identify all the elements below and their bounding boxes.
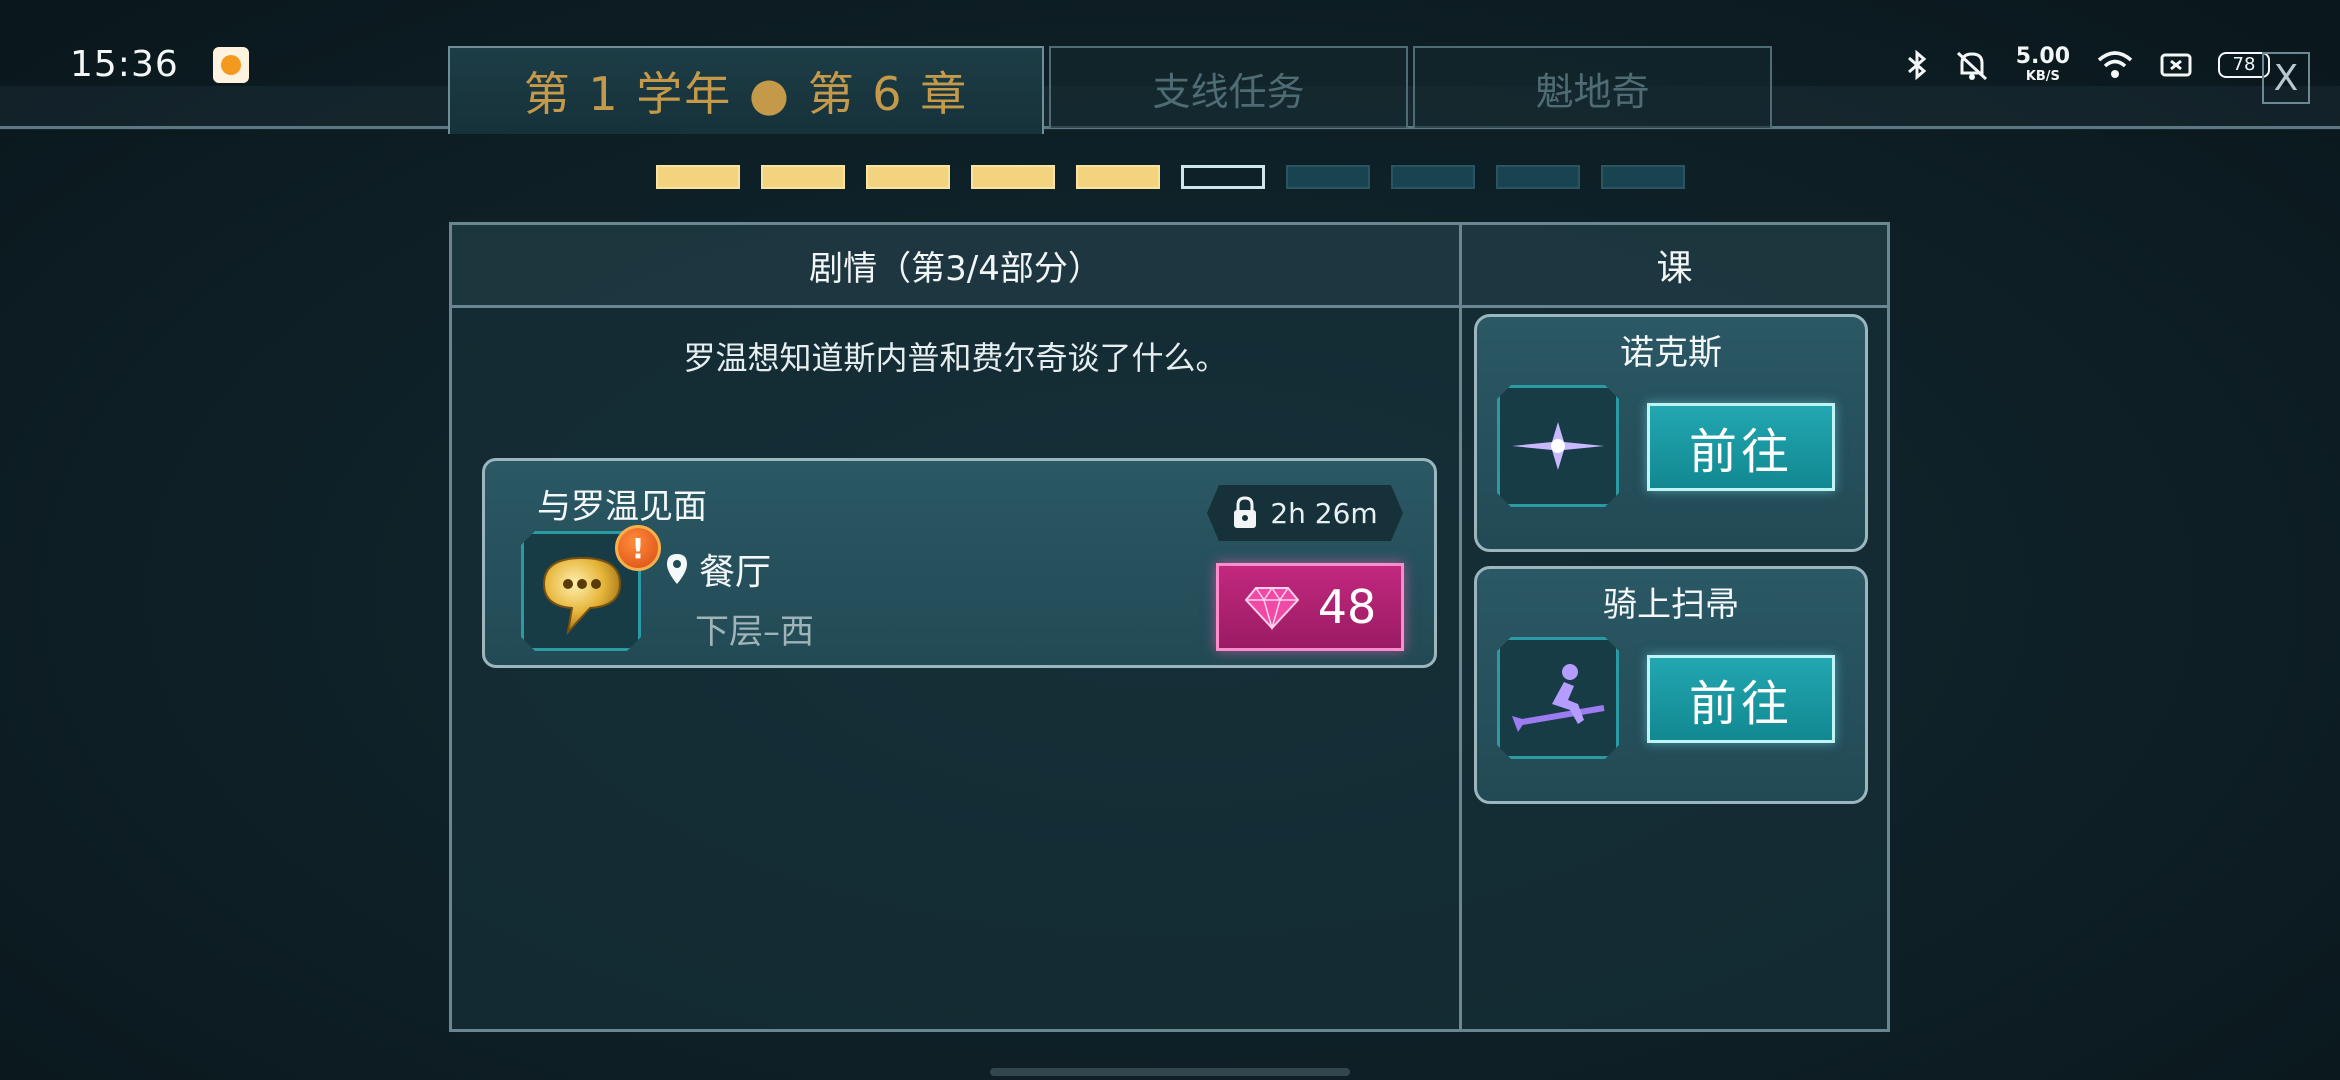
bluetooth-icon	[1907, 49, 1927, 80]
quest-title: 与罗温见面	[537, 487, 707, 527]
speech-bubble-icon	[534, 544, 630, 640]
header-divider	[452, 305, 1887, 308]
progress-segment	[1601, 165, 1685, 189]
tab-quidditch-label: 魁地奇	[1535, 69, 1650, 114]
story-description: 罗温想知道斯内普和费尔奇谈了什么。	[683, 339, 1228, 377]
story-section-title: 剧情（第3/4部分）	[809, 248, 1102, 289]
quest-panel: 剧情（第3/4部分） 课 罗温想知道斯内普和费尔奇谈了什么。 与罗温见面 ! 餐…	[449, 222, 1890, 1032]
status-bar-right: 5.00 KB/S 78	[1906, 46, 2270, 83]
progress-segment	[761, 165, 845, 189]
notification-app-icon	[212, 46, 249, 83]
lesson-card-nox: 诺克斯 前往	[1474, 314, 1868, 552]
tab-chapter-label: 第 1 学年 ● 第 6 章	[523, 67, 969, 121]
progress-segment	[1076, 165, 1160, 189]
gem-unlock-button[interactable]: 48	[1216, 563, 1404, 651]
quest-timer-label: 2h 26m	[1270, 496, 1378, 530]
alert-badge: !	[615, 525, 661, 571]
progress-segment	[1286, 165, 1370, 189]
progress-segment	[971, 165, 1055, 189]
tab-side-quests[interactable]: 支线任务	[1049, 46, 1408, 128]
progress-segment	[1181, 165, 1265, 189]
quest-timer: 2h 26m	[1207, 485, 1403, 541]
map-pin-icon	[667, 554, 687, 584]
lesson-name: 诺克斯	[1620, 333, 1722, 373]
screen-record-icon	[2160, 53, 2192, 76]
status-bar-left: 15:36	[70, 44, 249, 85]
tab-side-quests-label: 支线任务	[1152, 69, 1305, 114]
lesson-name: 骑上扫帚	[1603, 585, 1739, 625]
progress-segment	[656, 165, 740, 189]
chapter-progress	[656, 165, 1685, 189]
lesson-icon-frame	[1497, 637, 1619, 759]
gem-icon	[1244, 586, 1300, 630]
quest-location-label: 餐厅	[699, 552, 772, 593]
go-button-broom[interactable]: 前往	[1647, 655, 1835, 743]
network-speed: 5.00 KB/S	[2015, 44, 2070, 84]
gem-cost-label: 48	[1317, 580, 1377, 634]
lesson-section-title: 课	[1656, 248, 1693, 289]
quest-card[interactable]: 与罗温见面 ! 餐厅 下层–西 2h 26m 48	[482, 458, 1437, 668]
quest-sublocation: 下层–西	[695, 612, 814, 652]
progress-segment	[866, 165, 950, 189]
lesson-icon-frame	[1497, 385, 1619, 507]
clock: 15:36	[70, 44, 179, 85]
home-indicator	[990, 1068, 1350, 1076]
tab-chapter[interactable]: 第 1 学年 ● 第 6 章	[448, 46, 1044, 134]
broom-rider-icon	[1508, 658, 1608, 738]
column-divider	[1459, 225, 1462, 1029]
close-button[interactable]: X	[2262, 52, 2310, 104]
progress-segment	[1496, 165, 1580, 189]
lock-icon	[1232, 496, 1258, 530]
spark-icon	[1508, 416, 1608, 476]
tab-quidditch[interactable]: 魁地奇	[1413, 46, 1772, 128]
go-button-nox[interactable]: 前往	[1647, 403, 1835, 491]
mute-bell-icon	[1956, 51, 1987, 80]
quest-location: 餐厅	[665, 543, 771, 595]
wifi-icon	[2097, 50, 2133, 78]
lesson-card-broom: 骑上扫帚 前往	[1474, 566, 1868, 804]
progress-segment	[1391, 165, 1475, 189]
